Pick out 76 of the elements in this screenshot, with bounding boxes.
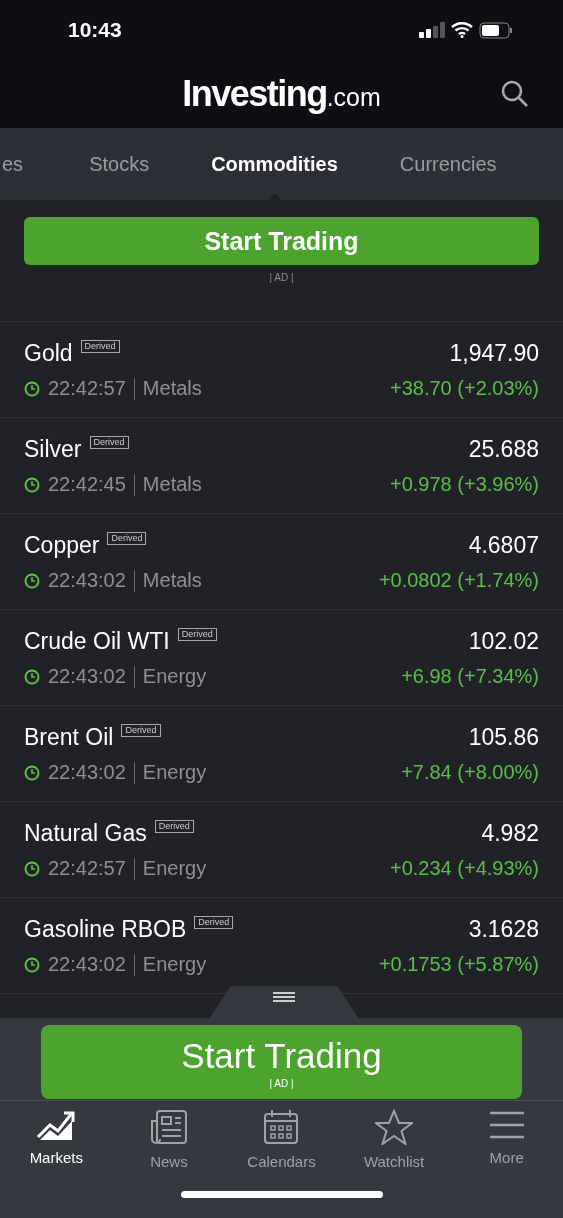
status-time: 10:43 xyxy=(68,18,122,42)
update-time: 22:43:02 xyxy=(48,569,126,592)
price: 105.86 xyxy=(468,724,539,751)
chart-trend-icon xyxy=(36,1109,77,1141)
derived-badge: Derived xyxy=(89,436,129,449)
calendar-icon xyxy=(263,1109,300,1145)
instrument-name: Silver xyxy=(24,436,82,463)
clock-icon xyxy=(24,764,40,781)
price-change: +0.234 (+4.93%) xyxy=(390,857,539,880)
category-tab[interactable]: Commodities xyxy=(211,128,338,200)
star-icon xyxy=(375,1109,414,1145)
price-change: +6.98 (+7.34%) xyxy=(401,665,539,688)
category-tab[interactable]: es xyxy=(2,128,24,200)
instrument-group: Energy xyxy=(142,761,207,784)
price: 102.02 xyxy=(468,628,539,655)
clock-icon xyxy=(24,476,40,493)
instrument-row[interactable]: Copper Derived 4.6807 22:43:02 Metals +0.0802 (+1.74%) xyxy=(0,514,563,610)
instrument-row[interactable]: Natural Gas Derived 4.982 22:42:57 Energy +0.234 (+4.93%) xyxy=(0,802,563,898)
instrument-group: Metals xyxy=(142,377,202,400)
instrument-row[interactable]: Silver Derived 25.688 22:42:45 Metals +0.978 (+3.96%) xyxy=(0,418,563,514)
search-button[interactable] xyxy=(501,80,529,108)
derived-badge: Derived xyxy=(177,628,217,641)
update-time: 22:43:02 xyxy=(48,665,126,688)
signal-icon xyxy=(419,22,445,38)
update-time: 22:42:45 xyxy=(48,473,126,496)
nav-tab[interactable]: Watchlist xyxy=(338,1109,451,1170)
newspaper-icon xyxy=(149,1109,188,1145)
derived-badge: Derived xyxy=(121,724,161,737)
update-time: 22:42:57 xyxy=(48,377,126,400)
price: 4.6807 xyxy=(468,532,539,559)
instrument-group: Metals xyxy=(142,473,202,496)
instrument-name: Gold xyxy=(24,340,73,367)
price: 25.688 xyxy=(468,436,539,463)
instrument-row[interactable]: Brent Oil Derived 105.86 22:43:02 Energy +7.84 (+8.00%) xyxy=(0,706,563,802)
price-change: +0.1753 (+5.87%) xyxy=(378,953,539,976)
instrument-row[interactable]: Gold Derived 1,947.90 22:42:57 Metals +38.70 (+2.03%) xyxy=(0,322,563,418)
derived-badge: Derived xyxy=(80,340,120,353)
derived-badge: Derived xyxy=(107,532,147,545)
instrument-name: Copper xyxy=(24,532,100,559)
menu-icon xyxy=(488,1109,525,1141)
instrument-group: Energy xyxy=(142,665,207,688)
price-change: +0.0802 (+1.74%) xyxy=(378,569,539,592)
logo: Investing.com xyxy=(182,73,381,115)
instrument-group: Metals xyxy=(142,569,202,592)
price-change: +0.978 (+3.96%) xyxy=(390,473,539,496)
category-tab[interactable]: Stocks xyxy=(89,128,150,200)
price-change: +38.70 (+2.03%) xyxy=(390,377,539,400)
clock-icon xyxy=(24,668,40,685)
instrument-name: Brent Oil xyxy=(24,724,114,751)
instrument-name: Natural Gas xyxy=(24,820,147,847)
clock-icon xyxy=(24,572,40,589)
instrument-group: Energy xyxy=(142,857,207,880)
update-time: 22:43:02 xyxy=(48,761,126,784)
wifi-icon xyxy=(451,22,473,38)
price-change: +7.84 (+8.00%) xyxy=(401,761,539,784)
derived-badge: Derived xyxy=(194,916,234,929)
instrument-group: Energy xyxy=(142,953,207,976)
category-tab[interactable]: Currencies xyxy=(399,128,497,200)
nav-tab[interactable]: Markets xyxy=(0,1109,113,1170)
instrument-name: Crude Oil WTI xyxy=(24,628,170,655)
price: 4.982 xyxy=(481,820,539,847)
clock-icon xyxy=(24,860,40,877)
instrument-name: Gasoline RBOB xyxy=(24,916,187,943)
clock-icon xyxy=(24,380,40,397)
nav-tab[interactable]: News xyxy=(112,1109,225,1170)
nav-tab[interactable]: More xyxy=(450,1109,563,1170)
ad-label: | AD | xyxy=(269,272,294,283)
clock-icon xyxy=(24,956,40,973)
price: 3.1628 xyxy=(468,916,539,943)
derived-badge: Derived xyxy=(154,820,194,833)
battery-icon xyxy=(479,21,513,39)
nav-tab[interactable]: Calendars xyxy=(225,1109,338,1170)
instrument-row[interactable]: Crude Oil WTI Derived 102.02 22:43:02 Energy +6.98 (+7.34%) xyxy=(0,610,563,706)
update-time: 22:42:57 xyxy=(48,857,126,880)
update-time: 22:43:02 xyxy=(48,953,126,976)
price: 1,947.90 xyxy=(449,340,539,367)
